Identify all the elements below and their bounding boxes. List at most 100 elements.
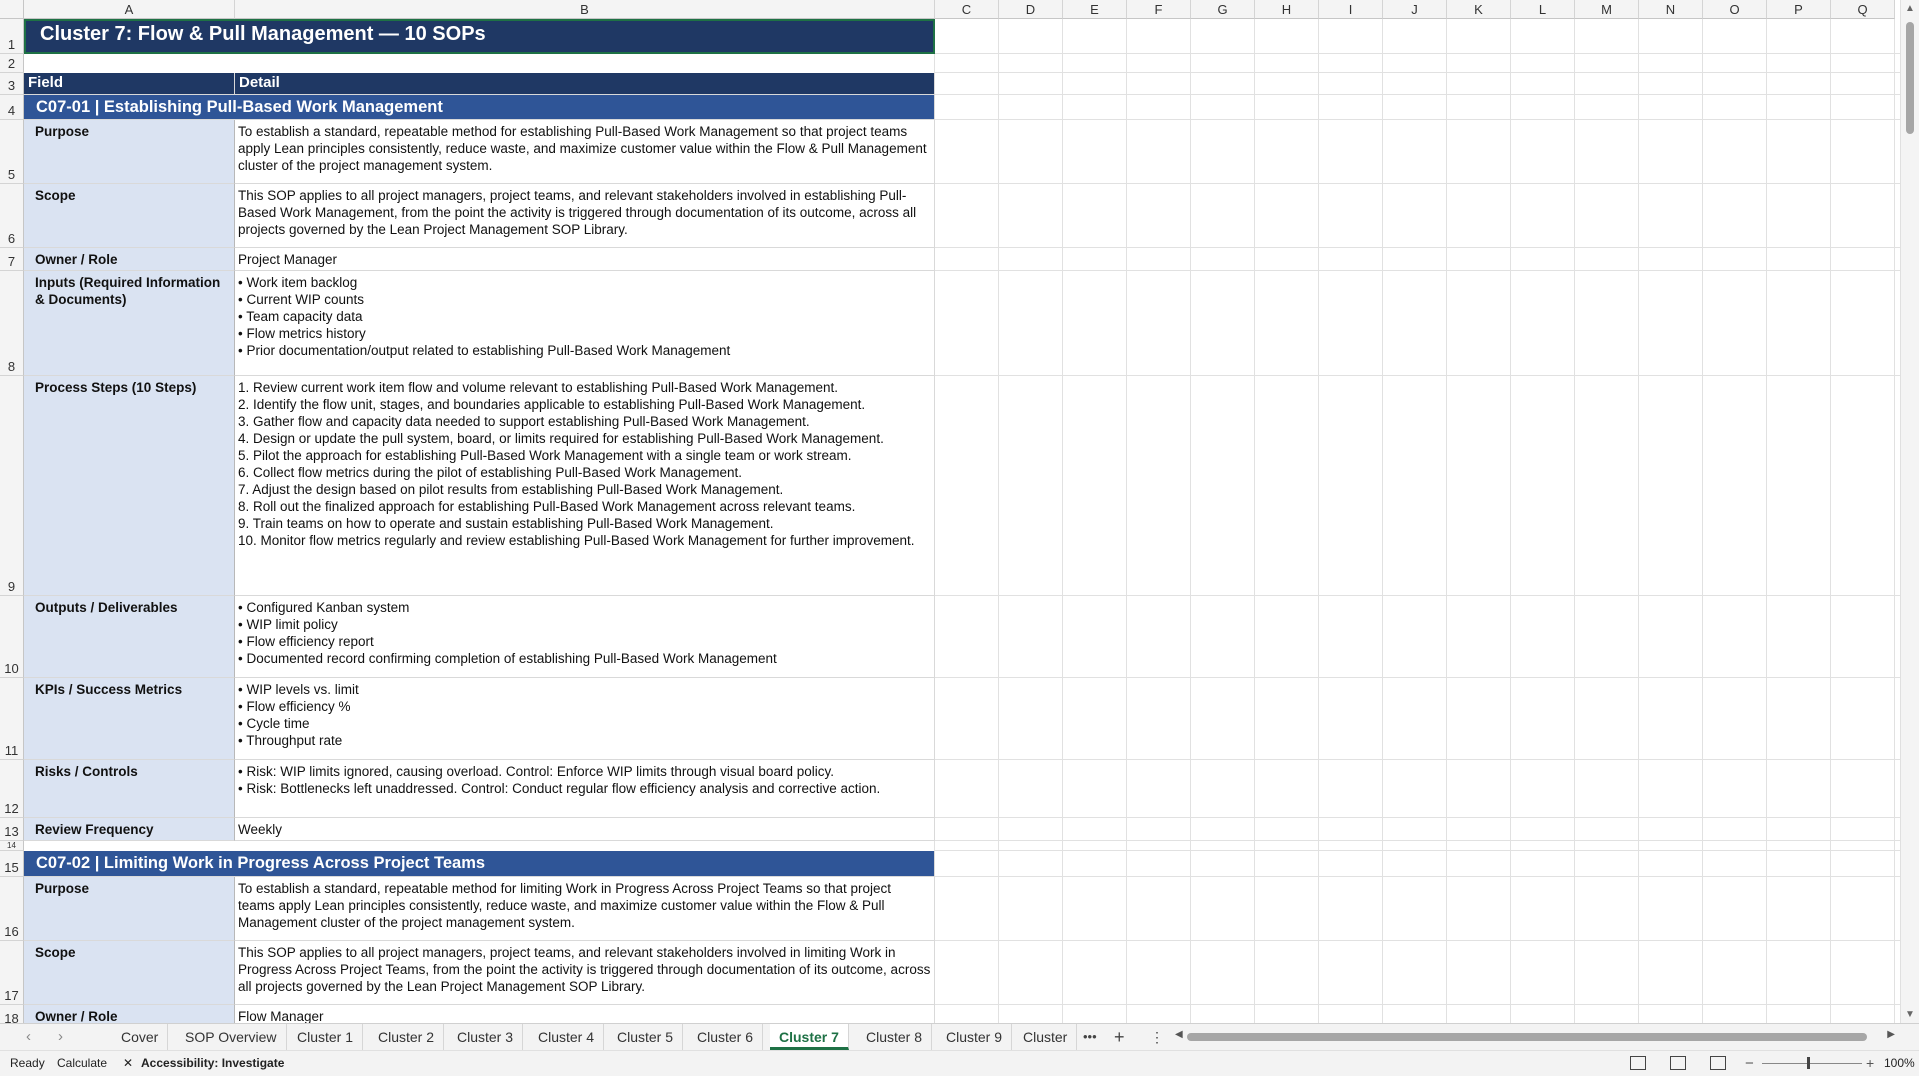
sheet-tab[interactable]: Cluster 6 (688, 1024, 764, 1050)
row-header[interactable]: 7 (0, 248, 24, 271)
vertical-scrollbar[interactable]: ▲ ▼ (1900, 0, 1919, 1023)
sheet-tab[interactable]: Cluster 5 (608, 1024, 684, 1050)
more-sheets-icon[interactable]: ••• (1083, 1024, 1097, 1050)
detail-kpis[interactable]: • WIP levels vs. limit • Flow efficiency… (235, 678, 935, 760)
spreadsheet-grid[interactable]: ABCDEFGHIJKLMNOPQ 1 2 3 4 5 6 7 8 9 10 11 12 13 14 15 1… (0, 0, 1919, 1023)
detail-process-steps[interactable]: 1. Review current work item flow and vol… (235, 376, 935, 596)
field-purpose[interactable]: Purpose (24, 120, 235, 184)
field-owner[interactable]: Owner / Role (24, 248, 235, 271)
column-header[interactable]: G (1191, 0, 1255, 19)
sheet-tab[interactable]: Cluster 1 (288, 1024, 364, 1050)
field-kpis[interactable]: KPIs / Success Metrics (24, 678, 235, 760)
row-header[interactable]: 4 (0, 95, 24, 120)
normal-view-icon[interactable] (1630, 1056, 1646, 1070)
next-sheet-icon[interactable]: › (58, 1024, 63, 1050)
row-header[interactable]: 18 (0, 1005, 24, 1023)
field-scope[interactable]: Scope (24, 184, 235, 248)
field-review[interactable]: Review Frequency (24, 818, 235, 841)
scroll-down-icon[interactable]: ▼ (1905, 1009, 1915, 1020)
row-header[interactable]: 6 (0, 184, 24, 248)
detail-owner[interactable]: Flow Manager (235, 1005, 935, 1023)
detail-purpose[interactable]: To establish a standard, repeatable meth… (235, 877, 935, 941)
select-all-corner[interactable] (0, 0, 24, 19)
column-header[interactable]: M (1575, 0, 1639, 19)
column-header[interactable]: O (1703, 0, 1767, 19)
column-header[interactable]: Q (1831, 0, 1895, 19)
column-header[interactable]: C (935, 0, 999, 19)
detail-review[interactable]: Weekly (235, 818, 935, 841)
row-header[interactable]: 1 (0, 19, 24, 54)
field-risks[interactable]: Risks / Controls (24, 760, 235, 818)
detail-risks[interactable]: • Risk: WIP limits ignored, causing over… (235, 760, 935, 818)
field-process-steps[interactable]: Process Steps (10 Steps) (24, 376, 235, 596)
sheet-tab[interactable]: Cluster (1014, 1024, 1078, 1050)
field-inputs[interactable]: Inputs (Required Information & Documents… (24, 271, 235, 376)
row-header[interactable]: 12 (0, 760, 24, 818)
column-header[interactable]: B (235, 0, 935, 19)
page-layout-view-icon[interactable] (1670, 1056, 1686, 1070)
sheet-tab[interactable]: Cover (112, 1024, 169, 1050)
zoom-in-icon[interactable]: + (1866, 1051, 1874, 1076)
column-header[interactable]: F (1127, 0, 1191, 19)
detail-owner[interactable]: Project Manager (235, 248, 935, 271)
scroll-right-icon[interactable]: ▶ (1887, 1029, 1895, 1040)
sheet-tab[interactable]: Cluster 2 (369, 1024, 445, 1050)
column-header[interactable]: K (1447, 0, 1511, 19)
status-calculate[interactable]: Calculate (57, 1051, 107, 1076)
column-header[interactable]: H (1255, 0, 1319, 19)
column-header[interactable]: A (24, 0, 235, 19)
sop-heading[interactable]: C07-01 | Establishing Pull-Based Work Ma… (24, 95, 935, 120)
detail-scope[interactable]: This SOP applies to all project managers… (235, 941, 935, 1005)
sheet-tab[interactable]: Cluster 9 (937, 1024, 1013, 1050)
accessibility-status[interactable]: Accessibility: Investigate (141, 1051, 284, 1076)
add-sheet-icon[interactable]: + (1114, 1024, 1125, 1050)
row-header[interactable]: 2 (0, 54, 24, 73)
zoom-out-icon[interactable]: − (1745, 1051, 1754, 1076)
row-header[interactable]: 8 (0, 271, 24, 376)
row-header[interactable]: 11 (0, 678, 24, 760)
sheet-tab[interactable]: SOP Overview (176, 1024, 287, 1050)
detail-inputs[interactable]: • Work item backlog • Current WIP counts… (235, 271, 935, 376)
scroll-up-icon[interactable]: ▲ (1905, 3, 1915, 14)
field-outputs[interactable]: Outputs / Deliverables (24, 596, 235, 678)
column-header[interactable]: E (1063, 0, 1127, 19)
sheet-options-icon[interactable]: ⋮ (1150, 1024, 1164, 1050)
row-header[interactable]: 3 (0, 73, 24, 95)
field-scope[interactable]: Scope (24, 941, 235, 1005)
horizontal-scroll-thumb[interactable] (1187, 1033, 1867, 1041)
prev-sheet-icon[interactable]: ‹ (26, 1024, 31, 1050)
sheet-tab[interactable]: Cluster 8 (857, 1024, 933, 1050)
column-header[interactable]: I (1319, 0, 1383, 19)
column-header[interactable]: N (1639, 0, 1703, 19)
sheet-tab[interactable]: Cluster 7 (770, 1024, 849, 1050)
column-header[interactable]: D (999, 0, 1063, 19)
row-header[interactable]: 15 (0, 851, 24, 877)
row-header[interactable]: 13 (0, 818, 24, 841)
sheet-tab[interactable]: Cluster 3 (448, 1024, 524, 1050)
detail-purpose[interactable]: To establish a standard, repeatable meth… (235, 120, 935, 184)
field-purpose[interactable]: Purpose (24, 877, 235, 941)
row-header[interactable]: 5 (0, 120, 24, 184)
row-header[interactable]: 16 (0, 877, 24, 941)
detail-scope[interactable]: This SOP applies to all project managers… (235, 184, 935, 248)
row-header[interactable]: 9 (0, 376, 24, 596)
header-field[interactable]: Field (24, 73, 235, 95)
zoom-slider-handle[interactable] (1807, 1057, 1810, 1069)
sheet-tab[interactable]: Cluster 4 (529, 1024, 605, 1050)
column-header[interactable]: P (1767, 0, 1831, 19)
sheet-title[interactable]: Cluster 7: Flow & Pull Management — 10 S… (24, 19, 935, 54)
page-break-preview-icon[interactable] (1710, 1056, 1726, 1070)
zoom-level[interactable]: 100% (1884, 1051, 1915, 1076)
row-header[interactable]: 17 (0, 941, 24, 1005)
detail-outputs[interactable]: • Configured Kanban system • WIP limit p… (235, 596, 935, 678)
column-header[interactable]: J (1383, 0, 1447, 19)
sop-heading[interactable]: C07-02 | Limiting Work in Progress Acros… (24, 851, 935, 877)
header-detail[interactable]: Detail (235, 73, 935, 95)
row-header[interactable]: 14 (0, 841, 24, 851)
column-header[interactable]: L (1511, 0, 1575, 19)
field-owner[interactable]: Owner / Role (24, 1005, 235, 1023)
vertical-scroll-thumb[interactable] (1906, 22, 1914, 134)
horizontal-scrollbar[interactable]: ◀ ▶ (1175, 1029, 1895, 1044)
row-header[interactable]: 10 (0, 596, 24, 678)
zoom-slider[interactable] (1762, 1063, 1862, 1064)
